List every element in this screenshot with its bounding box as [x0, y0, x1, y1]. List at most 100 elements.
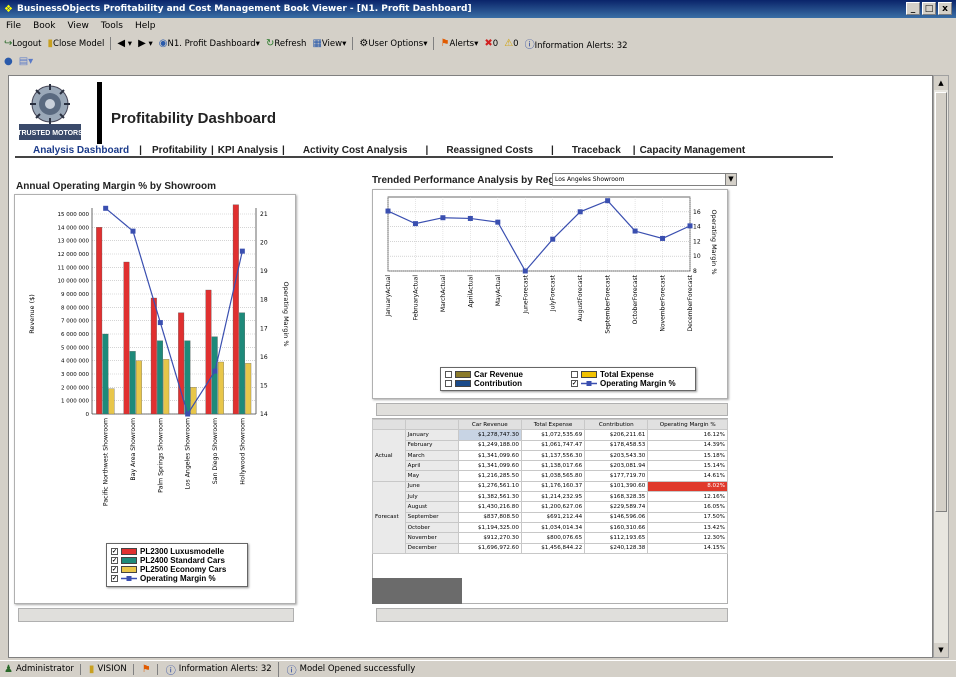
- maximize-button[interactable]: □: [922, 2, 936, 15]
- grid-cell[interactable]: 13.42%: [647, 521, 728, 534]
- legend-checkbox[interactable]: [445, 380, 452, 387]
- window-title-bar[interactable]: ❖ BusinessObjects Profitability and Cost…: [0, 0, 956, 18]
- yellow-alert-count[interactable]: ⚠0: [504, 38, 518, 49]
- grid-column-header[interactable]: Car Revenue: [457, 418, 522, 431]
- info-alerts[interactable]: ⓘInformation Alerts: 32: [525, 36, 628, 51]
- grid-cell[interactable]: 17.50%: [647, 511, 728, 523]
- grid-cell[interactable]: $203,081.94: [584, 460, 649, 472]
- legend-checkbox[interactable]: ✓: [111, 566, 118, 573]
- grid-cell[interactable]: $1,456,844.22: [520, 542, 586, 554]
- status-info-alerts[interactable]: ⓘ Information Alerts: 32: [166, 661, 279, 677]
- nav-kpi-analysis[interactable]: KPI Analysis: [218, 145, 278, 156]
- scroll-down-icon[interactable]: ▼: [934, 643, 948, 657]
- grid-cell[interactable]: $206,211.61: [584, 429, 649, 441]
- grid-cell[interactable]: $800,076.65: [520, 532, 586, 544]
- menu-file[interactable]: File: [6, 21, 21, 31]
- nav-activity-cost-analysis[interactable]: Activity Cost Analysis: [303, 145, 408, 156]
- legend-checkbox[interactable]: ✓: [111, 557, 118, 564]
- legend-item-car-revenue[interactable]: Car Revenue: [445, 370, 565, 379]
- red-alert-count[interactable]: ✖0: [484, 38, 498, 49]
- grid-cell[interactable]: $912,270.30: [457, 532, 522, 544]
- nav-analysis-dashboard[interactable]: Analysis Dashboard: [33, 145, 129, 156]
- grid-column-header[interactable]: Operating Margin %: [647, 418, 728, 431]
- nav-traceback[interactable]: Traceback: [572, 145, 621, 156]
- grid-cell[interactable]: 15.18%: [647, 449, 728, 462]
- grid-cell[interactable]: $160,310.66: [584, 521, 649, 534]
- legend-item-contribution[interactable]: Contribution: [445, 379, 565, 388]
- legend-item-pl2500[interactable]: ✓ PL2500 Economy Cars: [111, 565, 243, 574]
- grid-cell[interactable]: $240,128.38: [584, 542, 649, 554]
- grid-cell[interactable]: $168,328.35: [584, 491, 649, 503]
- grid-cell[interactable]: $1,038,565.80: [520, 470, 586, 482]
- grid-cell[interactable]: $1,382,561.30: [457, 491, 522, 503]
- close-button[interactable]: x: [938, 2, 952, 15]
- menu-book[interactable]: Book: [33, 21, 55, 31]
- grid-cell[interactable]: $1,696,972.60: [457, 542, 522, 554]
- grid-cell[interactable]: 16.12%: [647, 429, 728, 441]
- menu-tools[interactable]: Tools: [101, 21, 123, 31]
- minimize-button[interactable]: _: [906, 2, 920, 15]
- grid-cell[interactable]: 14.39%: [647, 439, 728, 451]
- dashboard-dropdown[interactable]: ◉N1. Profit Dashboard▾: [159, 38, 260, 49]
- grid-cell[interactable]: 8.02%: [647, 480, 728, 493]
- grid-cell[interactable]: $178,458.53: [584, 439, 649, 451]
- grid-column-header[interactable]: Total Expense: [520, 418, 586, 431]
- legend-checkbox[interactable]: ✓: [111, 575, 118, 582]
- logout-button[interactable]: ↪Logout: [4, 38, 42, 49]
- grid-column-header[interactable]: Contribution: [584, 418, 649, 431]
- nav-capacity-management[interactable]: Capacity Management: [640, 145, 746, 156]
- grid-cell[interactable]: $177,719.70: [584, 470, 649, 482]
- grid-cell[interactable]: $203,543.30: [584, 449, 649, 462]
- scroll-up-icon[interactable]: ▲: [934, 76, 948, 90]
- legend-item-pl2300[interactable]: ✓ PL2300 Luxusmodelle: [111, 547, 243, 556]
- back-button[interactable]: ◀ ▾: [117, 38, 132, 49]
- grid-cell[interactable]: 16.05%: [647, 501, 728, 513]
- grid-cell[interactable]: $1,176,160.37: [520, 480, 586, 493]
- grid-cell[interactable]: $1,034,014.34: [520, 521, 586, 534]
- nav-profitability[interactable]: Profitability: [152, 145, 207, 156]
- legend-checkbox[interactable]: ✓: [571, 380, 578, 387]
- nav-reassigned-costs[interactable]: Reassigned Costs: [446, 145, 533, 156]
- close-model-button[interactable]: ▮Close Model: [48, 38, 105, 49]
- legend-checkbox[interactable]: [445, 371, 452, 378]
- grid-cell[interactable]: $1,278,747.30: [457, 429, 522, 441]
- forward-button[interactable]: ▶ ▾: [138, 38, 153, 49]
- grid-cell[interactable]: 14.61%: [647, 470, 728, 482]
- refresh-button[interactable]: ↻Refresh: [266, 38, 307, 49]
- grid-cell[interactable]: $1,276,561.10: [457, 480, 522, 493]
- menu-view[interactable]: View: [67, 21, 88, 31]
- grid-cell[interactable]: 12.16%: [647, 491, 728, 503]
- legend-item-pl2400[interactable]: ✓ PL2400 Standard Cars: [111, 556, 243, 565]
- scroll-thumb[interactable]: [935, 92, 947, 512]
- grid-cell[interactable]: $146,596.06: [584, 511, 649, 523]
- menu-help[interactable]: Help: [135, 21, 156, 31]
- dropdown-arrow-icon[interactable]: ▼: [725, 174, 736, 185]
- home-icon[interactable]: ●: [4, 56, 13, 67]
- user-options-dropdown[interactable]: ⚙User Options▾: [359, 38, 427, 49]
- legend-item-operating-margin[interactable]: ✓ Operating Margin %: [111, 574, 243, 583]
- grid-cell[interactable]: $112,193.65: [584, 532, 649, 544]
- grid-cell[interactable]: $1,137,556.30: [520, 449, 586, 462]
- grid-cell[interactable]: $1,430,216.80: [457, 501, 522, 513]
- grid-cell[interactable]: $1,214,232.95: [520, 491, 586, 503]
- grid-cell[interactable]: $1,072,535.69: [520, 429, 586, 441]
- grid-cell[interactable]: $1,061,747.47: [520, 439, 586, 451]
- grid-cell[interactable]: $837,808.50: [457, 511, 522, 523]
- legend-checkbox[interactable]: [571, 371, 578, 378]
- status-alerts[interactable]: ⚑: [142, 663, 158, 675]
- grid-cell[interactable]: 14.15%: [647, 542, 728, 554]
- grid-cell[interactable]: $1,341,099.60: [457, 449, 522, 462]
- legend-checkbox[interactable]: ✓: [111, 548, 118, 555]
- vertical-scrollbar[interactable]: ▲ ▼: [933, 75, 949, 658]
- grid-cell[interactable]: $691,212.44: [520, 511, 586, 523]
- grid-cell[interactable]: 15.14%: [647, 460, 728, 472]
- grid-cell[interactable]: $1,200,627.06: [520, 501, 586, 513]
- grid-cell[interactable]: $1,216,285.50: [457, 470, 522, 482]
- grid-cell[interactable]: $229,589.74: [584, 501, 649, 513]
- grid-cell[interactable]: 12.30%: [647, 532, 728, 544]
- alerts-dropdown[interactable]: ⚑Alerts▾: [440, 38, 478, 49]
- grid-cell[interactable]: $1,249,188.00: [457, 439, 522, 451]
- legend-item-total-expense[interactable]: Total Expense: [571, 370, 691, 379]
- grid-cell[interactable]: $101,390.60: [584, 480, 649, 493]
- region-select[interactable]: Los Angeles Showroom ▼: [552, 173, 737, 186]
